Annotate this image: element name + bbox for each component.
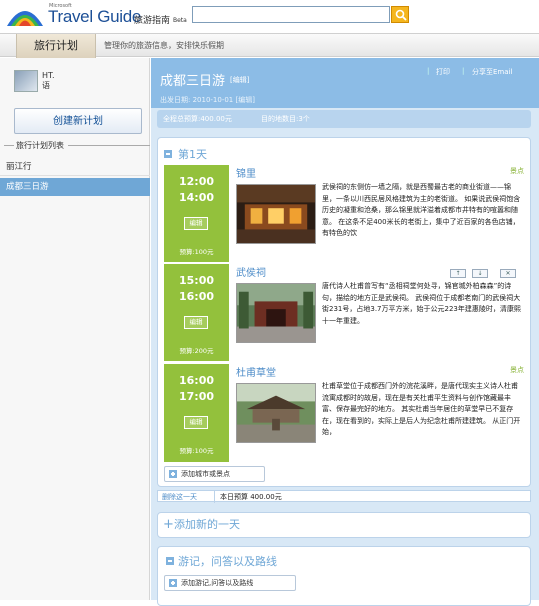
plan-item-chengdu[interactable]: 成都三日游: [0, 178, 150, 196]
move-down-icon[interactable]: ↓: [472, 269, 488, 278]
plus-icon: +: [163, 517, 174, 532]
day-budget: 本日预算 400.00元: [214, 491, 282, 503]
time-block: 16:00 17:00 编辑 预算:100元: [164, 364, 229, 462]
plan-item-lijiang[interactable]: 丽江行: [0, 158, 150, 176]
sidebar: HT. 语 创建新计划 旅行计划列表 丽江行 成都三日游: [0, 58, 150, 600]
slot-budget: 预算:100元: [179, 447, 214, 455]
time-end: 17:00: [178, 390, 214, 403]
time-start: 15:00: [178, 274, 214, 287]
notes-heading: 游记，问答以及路线: [178, 555, 277, 568]
create-plan-button[interactable]: 创建新计划: [14, 108, 142, 134]
close-icon[interactable]: ✕: [500, 269, 516, 278]
add-notes-button[interactable]: 添加游记,问答以及路线: [164, 575, 296, 591]
time-end: 16:00: [178, 290, 214, 303]
slot-budget: 预算:100元: [179, 248, 214, 256]
delete-day-link[interactable]: 删除这一天: [162, 491, 197, 503]
user-name-line2: 语: [42, 81, 50, 90]
place-description: 杜甫草堂位于成都西门外的浣花溪畔，是唐代现实主义诗人杜甫流寓成都时的故居，现在是…: [322, 382, 521, 436]
place-description: 唐代诗人杜甫曾写有“丞相祠堂何处寻，锦官城外柏森森”的诗句，描绘的地方正是武侯祠…: [322, 282, 521, 325]
day-heading: 第1天: [178, 148, 207, 161]
move-up-icon[interactable]: ↑: [450, 269, 466, 278]
share-email-link[interactable]: 分享至Email: [472, 67, 512, 77]
beta-badge: Beta: [173, 17, 187, 24]
separator: |: [462, 67, 465, 75]
place-name[interactable]: 锦里: [236, 165, 256, 180]
search-icon: [395, 9, 407, 21]
notes-panel: 游记，问答以及路线 添加游记,问答以及路线: [157, 546, 531, 606]
plus-icon: [169, 470, 177, 478]
plan-list-heading: 旅行计划列表: [4, 140, 150, 151]
add-notes-label: 添加游记,问答以及路线: [181, 579, 254, 587]
slot-budget: 预算:200元: [179, 347, 214, 355]
main-content: 成都三日游 [编辑] | 打印 | 分享至Email 出发日期: 2010-10…: [151, 58, 539, 606]
add-city-or-spot-button[interactable]: 添加城市或景点: [164, 466, 265, 482]
spot-tag: 景点: [510, 167, 524, 175]
budget-total: 全程总预算:400.00元: [163, 115, 232, 123]
place-description: 武侯祠的东侧仿一墙之隔，就是西蜀最古老的商业街道——锦里，一条以川西民居风格建筑…: [322, 183, 521, 237]
nav-bar: 旅行计划 管理你的旅游信息，安排快乐假期: [0, 33, 539, 58]
itinerary-slot: 12:00 14:00 编辑 预算:100元 锦里 景点 武侯祠的东侧仿一墙之隔…: [164, 165, 529, 264]
tab-travel-plan[interactable]: 旅行计划: [16, 34, 96, 58]
user-name: HT. 语: [42, 71, 55, 91]
add-day-label: 添加新的一天: [174, 518, 240, 531]
place-photo[interactable]: [236, 283, 316, 343]
itinerary-slot: 16:00 17:00 编辑 预算:100元 杜甫草堂 景点 杜甫草堂位于成都西…: [164, 364, 529, 462]
time-block: 15:00 16:00 编辑 预算:200元: [164, 264, 229, 363]
spot-count: 目的地数目:3个: [261, 115, 310, 123]
plus-icon: [169, 579, 177, 587]
brand-title[interactable]: Travel Guide: [48, 7, 141, 27]
user-name-line1: HT.: [42, 71, 55, 80]
avatar[interactable]: [14, 70, 38, 92]
time-block: 12:00 14:00 编辑 预算:100元: [164, 165, 229, 264]
collapse-icon[interactable]: [166, 557, 174, 565]
add-day-button[interactable]: + 添加新的一天: [157, 512, 531, 538]
depart-date: 出发日期: 2010-10-01 [编辑]: [160, 96, 255, 104]
plan-list-heading-label: 旅行计划列表: [16, 141, 66, 150]
search-button[interactable]: [391, 6, 409, 23]
place-photo[interactable]: [236, 184, 316, 244]
day-footer: 删除这一天 本日预算 400.00元: [157, 490, 531, 503]
print-link[interactable]: 打印: [436, 67, 450, 77]
edit-slot-button[interactable]: 编辑: [184, 217, 208, 230]
time-start: 16:00: [178, 374, 214, 387]
trip-edit-link[interactable]: [编辑]: [230, 75, 249, 85]
place-name[interactable]: 杜甫草堂: [236, 364, 276, 379]
travel-guide-logo-icon: [7, 11, 43, 26]
collapse-icon[interactable]: [164, 150, 172, 158]
brand-subtitle: 旅游指南: [134, 16, 171, 26]
time-start: 12:00: [178, 175, 214, 188]
add-spot-label: 添加城市或景点: [181, 470, 230, 478]
separator: |: [427, 67, 430, 75]
budget-summary: 全程总预算:400.00元 目的地数目:3个: [157, 110, 531, 128]
edit-slot-button[interactable]: 编辑: [184, 416, 208, 429]
itinerary-slot: 15:00 16:00 编辑 预算:200元 武侯祠 ↑ ↓ ✕ 唐代诗人杜甫曾…: [164, 264, 529, 363]
app-header: Microsoft Travel Guide 旅游指南 Beta: [0, 0, 539, 33]
place-photo[interactable]: [236, 383, 316, 443]
divider: [164, 361, 229, 363]
nav-description: 管理你的旅游信息，安排快乐假期: [104, 41, 224, 50]
time-end: 14:00: [178, 191, 214, 204]
spot-tag: 景点: [510, 366, 524, 374]
trip-title: 成都三日游: [160, 74, 226, 89]
place-name[interactable]: 武侯祠: [236, 264, 266, 279]
day-panel: 第1天 12:00 14:00 编辑 预算:100元 锦里 景点 武侯祠的东侧仿…: [157, 137, 531, 487]
edit-slot-button[interactable]: 编辑: [184, 316, 208, 329]
search-input[interactable]: [192, 6, 390, 23]
